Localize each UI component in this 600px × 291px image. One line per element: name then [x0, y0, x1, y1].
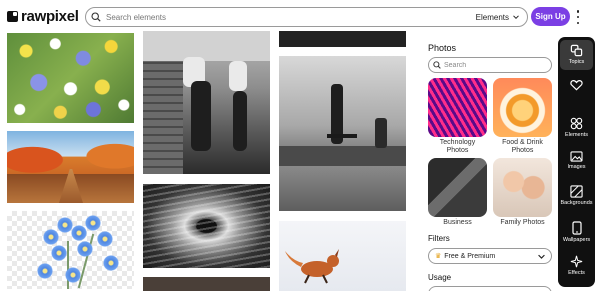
panel-title: Photos	[428, 43, 457, 53]
search-input[interactable]	[106, 12, 468, 22]
topic-thumbnail	[493, 158, 552, 217]
image-tile-fox-snow[interactable]	[279, 221, 406, 291]
topic-business[interactable]: Business	[428, 158, 487, 227]
filters-heading: Filters	[428, 234, 450, 243]
sign-up-button[interactable]: Sign Up	[531, 7, 570, 26]
toolbar-label: Effects	[568, 270, 585, 276]
image-tile-vintage-dancers[interactable]	[143, 31, 270, 174]
elements-icon	[570, 117, 583, 130]
toolbar-images-button[interactable]: Images	[558, 151, 595, 170]
image-tile-autumn-road[interactable]	[7, 131, 134, 203]
usage-heading: Usage	[428, 273, 452, 282]
license-filter-select[interactable]: ♛ Free & Premium	[428, 248, 552, 264]
panel-search-bar	[428, 57, 552, 73]
topic-label: Family Photos	[500, 219, 545, 226]
logo-mark-icon	[7, 10, 18, 22]
crown-icon: ♛	[435, 253, 442, 260]
toolbar-elements-button[interactable]: Elements	[558, 117, 595, 138]
phone-icon	[571, 221, 582, 235]
image-tile-eye-closeup[interactable]	[143, 184, 270, 268]
sparkle-icon	[570, 255, 583, 268]
topic-label: Food & Drink Photos	[502, 139, 543, 154]
topic-family-photos[interactable]: Family Photos	[493, 158, 552, 227]
topic-thumbnail	[428, 158, 487, 217]
toolbar-backgrounds-button[interactable]: Backgrounds	[558, 185, 595, 206]
image-icon	[570, 151, 583, 162]
search-scope-label: Elements	[475, 12, 509, 22]
toolbar-label: Backgrounds	[560, 200, 593, 206]
toolbar-wallpapers-button[interactable]: Wallpapers	[558, 221, 595, 243]
rawpixel-logo[interactable]: rawpixel	[7, 7, 79, 25]
topics-icon	[570, 44, 583, 57]
logo-text: rawpixel	[21, 7, 79, 25]
search-icon	[433, 61, 441, 69]
chevron-down-icon	[538, 254, 545, 259]
topic-food-drink-photos[interactable]: Food & Drink Photos	[493, 78, 552, 155]
fox-icon	[285, 249, 339, 284]
image-tile-dark-top[interactable]	[279, 31, 406, 47]
topic-technology-photos[interactable]: Technology Photos	[428, 78, 487, 155]
topic-thumbnail	[428, 78, 487, 137]
usage-filter-select[interactable]	[428, 286, 552, 291]
topics-panel: Photos Technology Photos Food & Drink Ph…	[418, 33, 558, 291]
toolbar-label: Elements	[565, 132, 588, 138]
image-tile-blue-flowers[interactable]	[7, 211, 134, 289]
heart-icon	[570, 80, 583, 91]
topic-thumbnail	[493, 78, 552, 137]
search-icon	[86, 12, 106, 22]
panel-search-input[interactable]	[444, 61, 544, 69]
backgrounds-icon	[570, 185, 583, 198]
toolbar-label: Images	[567, 164, 586, 170]
image-tile-wildflowers[interactable]	[7, 33, 134, 123]
search-bar: Elements	[85, 7, 528, 27]
toolbar-label: Wallpapers	[562, 237, 591, 243]
toolbar-topics-button[interactable]: Topics	[560, 40, 593, 70]
topic-label: Technology Photos	[439, 139, 476, 154]
search-scope-dropdown[interactable]: Elements	[468, 8, 527, 26]
toolbar-label: Topics	[568, 59, 585, 65]
toolbar-effects-button[interactable]: Effects	[558, 255, 595, 276]
toolbar-favorites-button[interactable]	[558, 79, 595, 91]
topic-label: Business	[443, 219, 472, 226]
more-options-icon[interactable]	[575, 10, 581, 24]
top-header: rawpixel Elements Sign Up	[0, 0, 600, 33]
image-tile-partial[interactable]	[143, 277, 270, 291]
chevron-down-icon	[513, 15, 519, 20]
license-filter-value: Free & Premium	[444, 253, 496, 260]
image-tile-diving-board[interactable]	[279, 56, 406, 211]
side-toolbar: Topics Elements Images Backgrounds Wallp…	[558, 37, 595, 287]
